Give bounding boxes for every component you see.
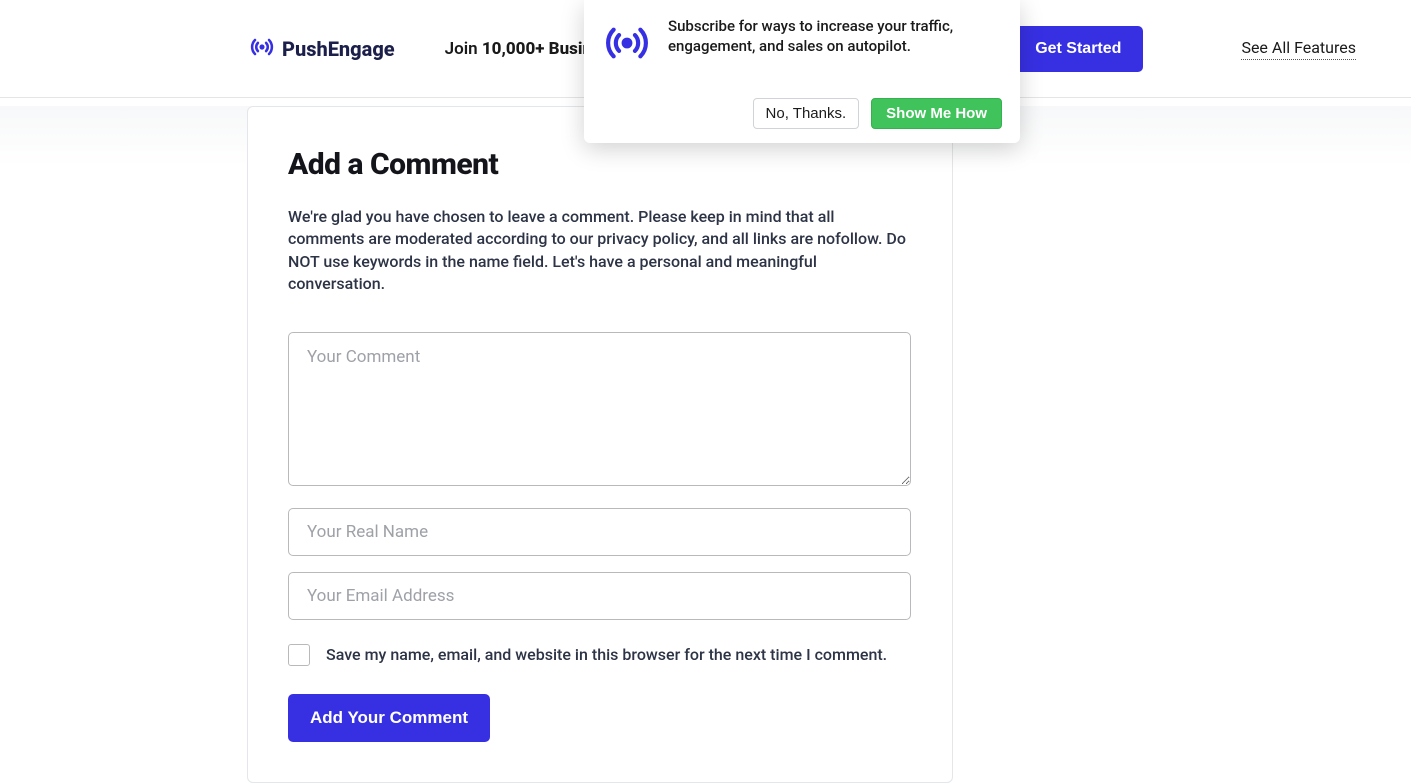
name-input[interactable] bbox=[288, 508, 911, 556]
comment-title: Add a Comment bbox=[288, 147, 912, 182]
see-all-features-link[interactable]: See All Features bbox=[1241, 38, 1356, 60]
comment-card: Add a Comment We're glad you have chosen… bbox=[247, 106, 953, 783]
comment-textarea[interactable] bbox=[288, 332, 911, 486]
get-started-button[interactable]: Get Started bbox=[1013, 26, 1143, 72]
tagline-prefix: Join bbox=[445, 39, 482, 59]
broadcast-icon bbox=[248, 33, 276, 65]
popup-message: Subscribe for ways to increase your traf… bbox=[668, 16, 1002, 57]
save-info-checkbox[interactable] bbox=[288, 644, 310, 666]
page-body: Add a Comment We're glad you have chosen… bbox=[0, 106, 1411, 783]
save-info-row: Save my name, email, and website in this… bbox=[288, 644, 912, 666]
add-comment-button[interactable]: Add Your Comment bbox=[288, 694, 490, 742]
comment-note: We're glad you have chosen to leave a co… bbox=[288, 206, 912, 296]
subscribe-popup: Subscribe for ways to increase your traf… bbox=[584, 0, 1020, 143]
save-info-label: Save my name, email, and website in this… bbox=[326, 645, 887, 664]
broadcast-icon bbox=[602, 18, 652, 72]
popup-accept-button[interactable]: Show Me How bbox=[871, 98, 1002, 129]
email-input[interactable] bbox=[288, 572, 911, 620]
brand-logo[interactable]: PushEngage bbox=[248, 33, 395, 65]
popup-decline-button[interactable]: No, Thanks. bbox=[753, 98, 860, 129]
brand-name: PushEngage bbox=[282, 37, 395, 61]
